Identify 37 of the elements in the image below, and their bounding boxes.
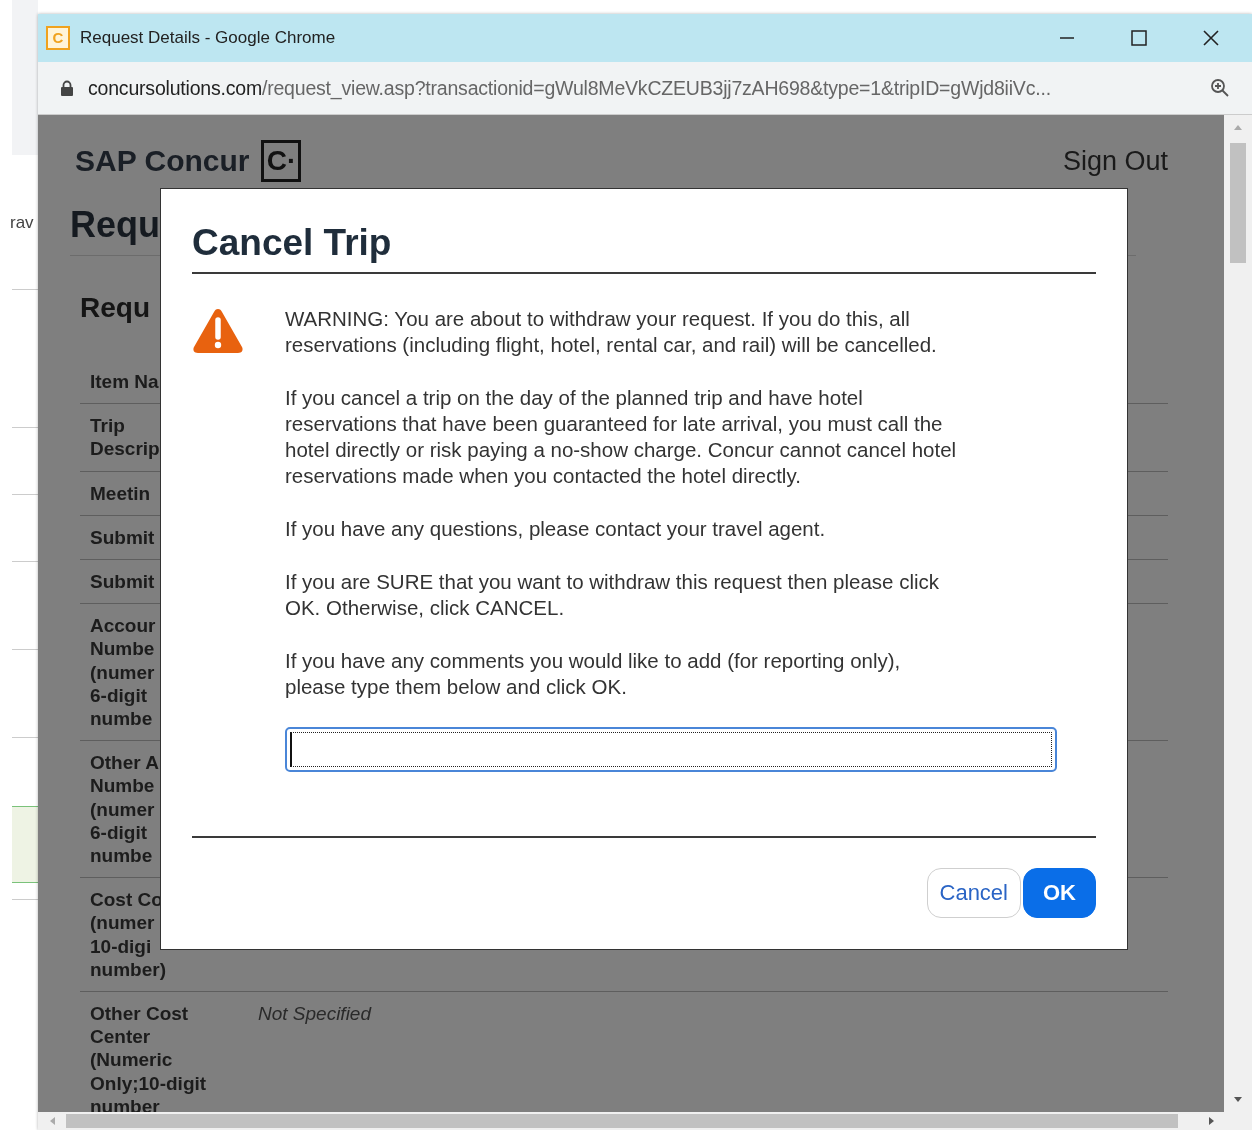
scroll-thumb[interactable] xyxy=(66,1114,1178,1128)
message-text: If you have any comments you would like to add (for reporting only), please type them below and click OK. xyxy=(285,648,902,700)
zoom-icon[interactable] xyxy=(1210,78,1230,98)
message-text: If you are SURE that you want to withdraw this request then please click OK. Otherwise, click CANCEL. xyxy=(285,569,941,621)
page-heading: Requ xyxy=(70,204,160,245)
vertical-scrollbar[interactable] xyxy=(1224,115,1252,1112)
message-text: WARNING: You are about to withdraw your request. If you do this, all reservations (including flight, hotel, rental car, and rail) will be cancelled. xyxy=(285,306,938,358)
field-label: Submit xyxy=(90,525,156,549)
close-icon[interactable] xyxy=(1202,29,1220,47)
field-label: Item Na xyxy=(90,370,160,394)
favicon: C xyxy=(46,26,70,50)
ok-button[interactable]: OK xyxy=(1023,868,1096,918)
scroll-right-icon[interactable] xyxy=(1208,1116,1216,1126)
field-value: Not Specified xyxy=(258,1002,371,1027)
field-label: Accour Numbe (numer 6-digit numbe xyxy=(90,614,157,731)
sign-out-link[interactable]: Sign Out xyxy=(1062,145,1168,177)
message-text: If you have any questions, please contact your travel agent. xyxy=(285,516,827,542)
dialog-title: Cancel Trip xyxy=(192,222,392,263)
field-label: Other A Numbe (numer 6-digit numbe xyxy=(90,751,160,868)
field-label: Submit xyxy=(90,570,156,594)
comment-field[interactable] xyxy=(285,727,1057,772)
horizontal-scrollbar[interactable] xyxy=(38,1112,1252,1130)
message-text: If you cancel a trip on the day of the planned trip and have hotel reservations that have been guaranteed for late arrival, you must call the hotel directly or risk paying a no-show charge. Concur cannot cancel hotel reservations made when you contacted the hotel directly. xyxy=(285,385,958,489)
scroll-thumb[interactable] xyxy=(1230,143,1246,263)
cancel-button[interactable]: Cancel xyxy=(926,868,1021,918)
field-label: Meetin xyxy=(90,481,152,505)
warning-icon xyxy=(192,306,244,356)
scroll-down-icon[interactable] xyxy=(1233,1096,1243,1104)
section-heading: Requ xyxy=(80,291,150,325)
logo-mark: C· xyxy=(261,140,302,182)
maximize-icon[interactable] xyxy=(1130,29,1148,47)
window-title: Request Details - Google Chrome xyxy=(80,28,336,48)
logo-text: SAP Concur xyxy=(75,144,250,178)
field-label: Trip Descrip xyxy=(90,414,161,461)
lock-icon xyxy=(60,79,74,97)
background-text: rav xyxy=(10,213,35,233)
url-text[interactable]: concursolutions.com/request_view.asp?transactionid=gWul8MeVkCZEUB3jj7zAH698&type=1&tripID=gWjd8iiVc... xyxy=(88,76,1196,100)
